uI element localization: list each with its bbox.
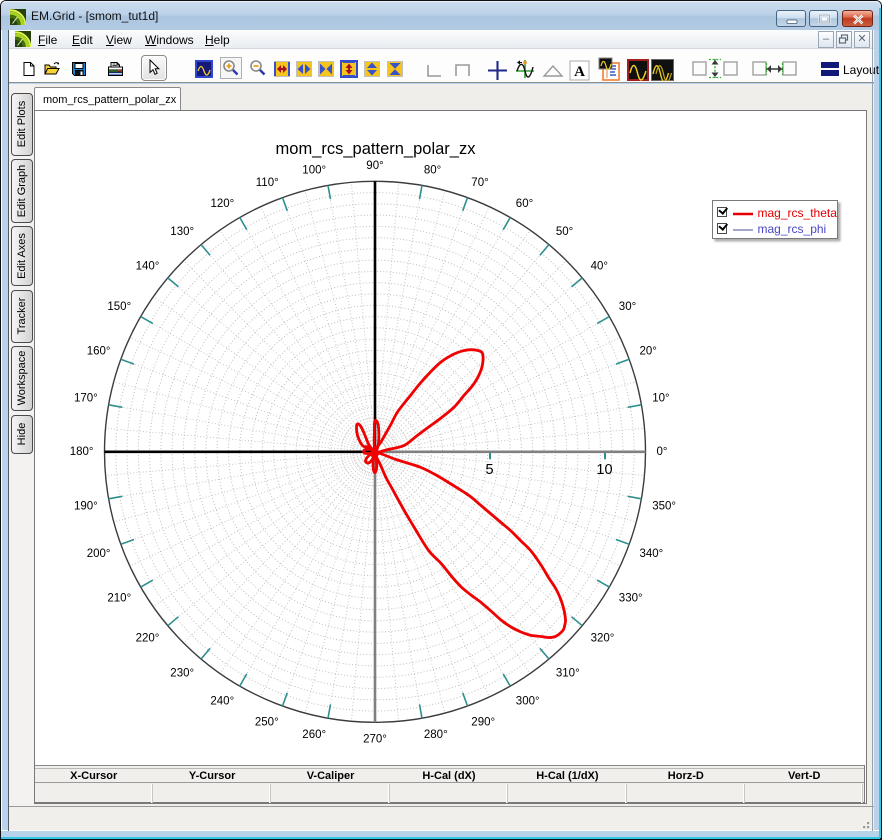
svg-text:70°: 70° [471, 177, 488, 189]
svg-text:10°: 10° [652, 393, 669, 405]
svg-text:130°: 130° [170, 226, 194, 238]
svg-text:240°: 240° [210, 696, 234, 708]
svg-text:80°: 80° [423, 164, 440, 176]
svg-text:190°: 190° [74, 501, 98, 513]
svg-text:270°: 270° [363, 733, 387, 745]
svg-text:60°: 60° [515, 198, 532, 210]
svg-text:170°: 170° [74, 393, 98, 405]
svg-text:300°: 300° [515, 696, 539, 708]
svg-text:200°: 200° [86, 548, 110, 560]
svg-text:90°: 90° [366, 160, 383, 172]
svg-text:290°: 290° [471, 716, 495, 728]
svg-text:50°: 50° [555, 226, 572, 238]
svg-text:5: 5 [485, 462, 493, 478]
svg-text:120°: 120° [210, 198, 234, 210]
svg-text:30°: 30° [618, 301, 635, 313]
svg-text:330°: 330° [618, 593, 642, 605]
svg-text:230°: 230° [170, 667, 194, 679]
svg-text:140°: 140° [135, 261, 159, 273]
svg-text:100°: 100° [302, 164, 326, 176]
svg-text:20°: 20° [639, 345, 656, 357]
svg-text:340°: 340° [639, 548, 663, 560]
svg-text:280°: 280° [423, 729, 447, 741]
svg-text:250°: 250° [254, 716, 278, 728]
svg-text:150°: 150° [107, 301, 131, 313]
svg-text:210°: 210° [107, 593, 131, 605]
svg-text:110°: 110° [255, 177, 278, 189]
svg-text:260°: 260° [302, 729, 326, 741]
svg-text:320°: 320° [590, 633, 614, 645]
svg-text:160°: 160° [86, 345, 110, 357]
svg-text:180°: 180° [69, 446, 93, 458]
svg-text:10: 10 [596, 462, 612, 478]
svg-text:0°: 0° [656, 446, 667, 458]
svg-text:A: A [574, 64, 585, 80]
svg-text:220°: 220° [135, 633, 159, 645]
svg-text:310°: 310° [555, 667, 579, 679]
svg-text:350°: 350° [652, 501, 676, 513]
svg-text:40°: 40° [590, 261, 607, 273]
